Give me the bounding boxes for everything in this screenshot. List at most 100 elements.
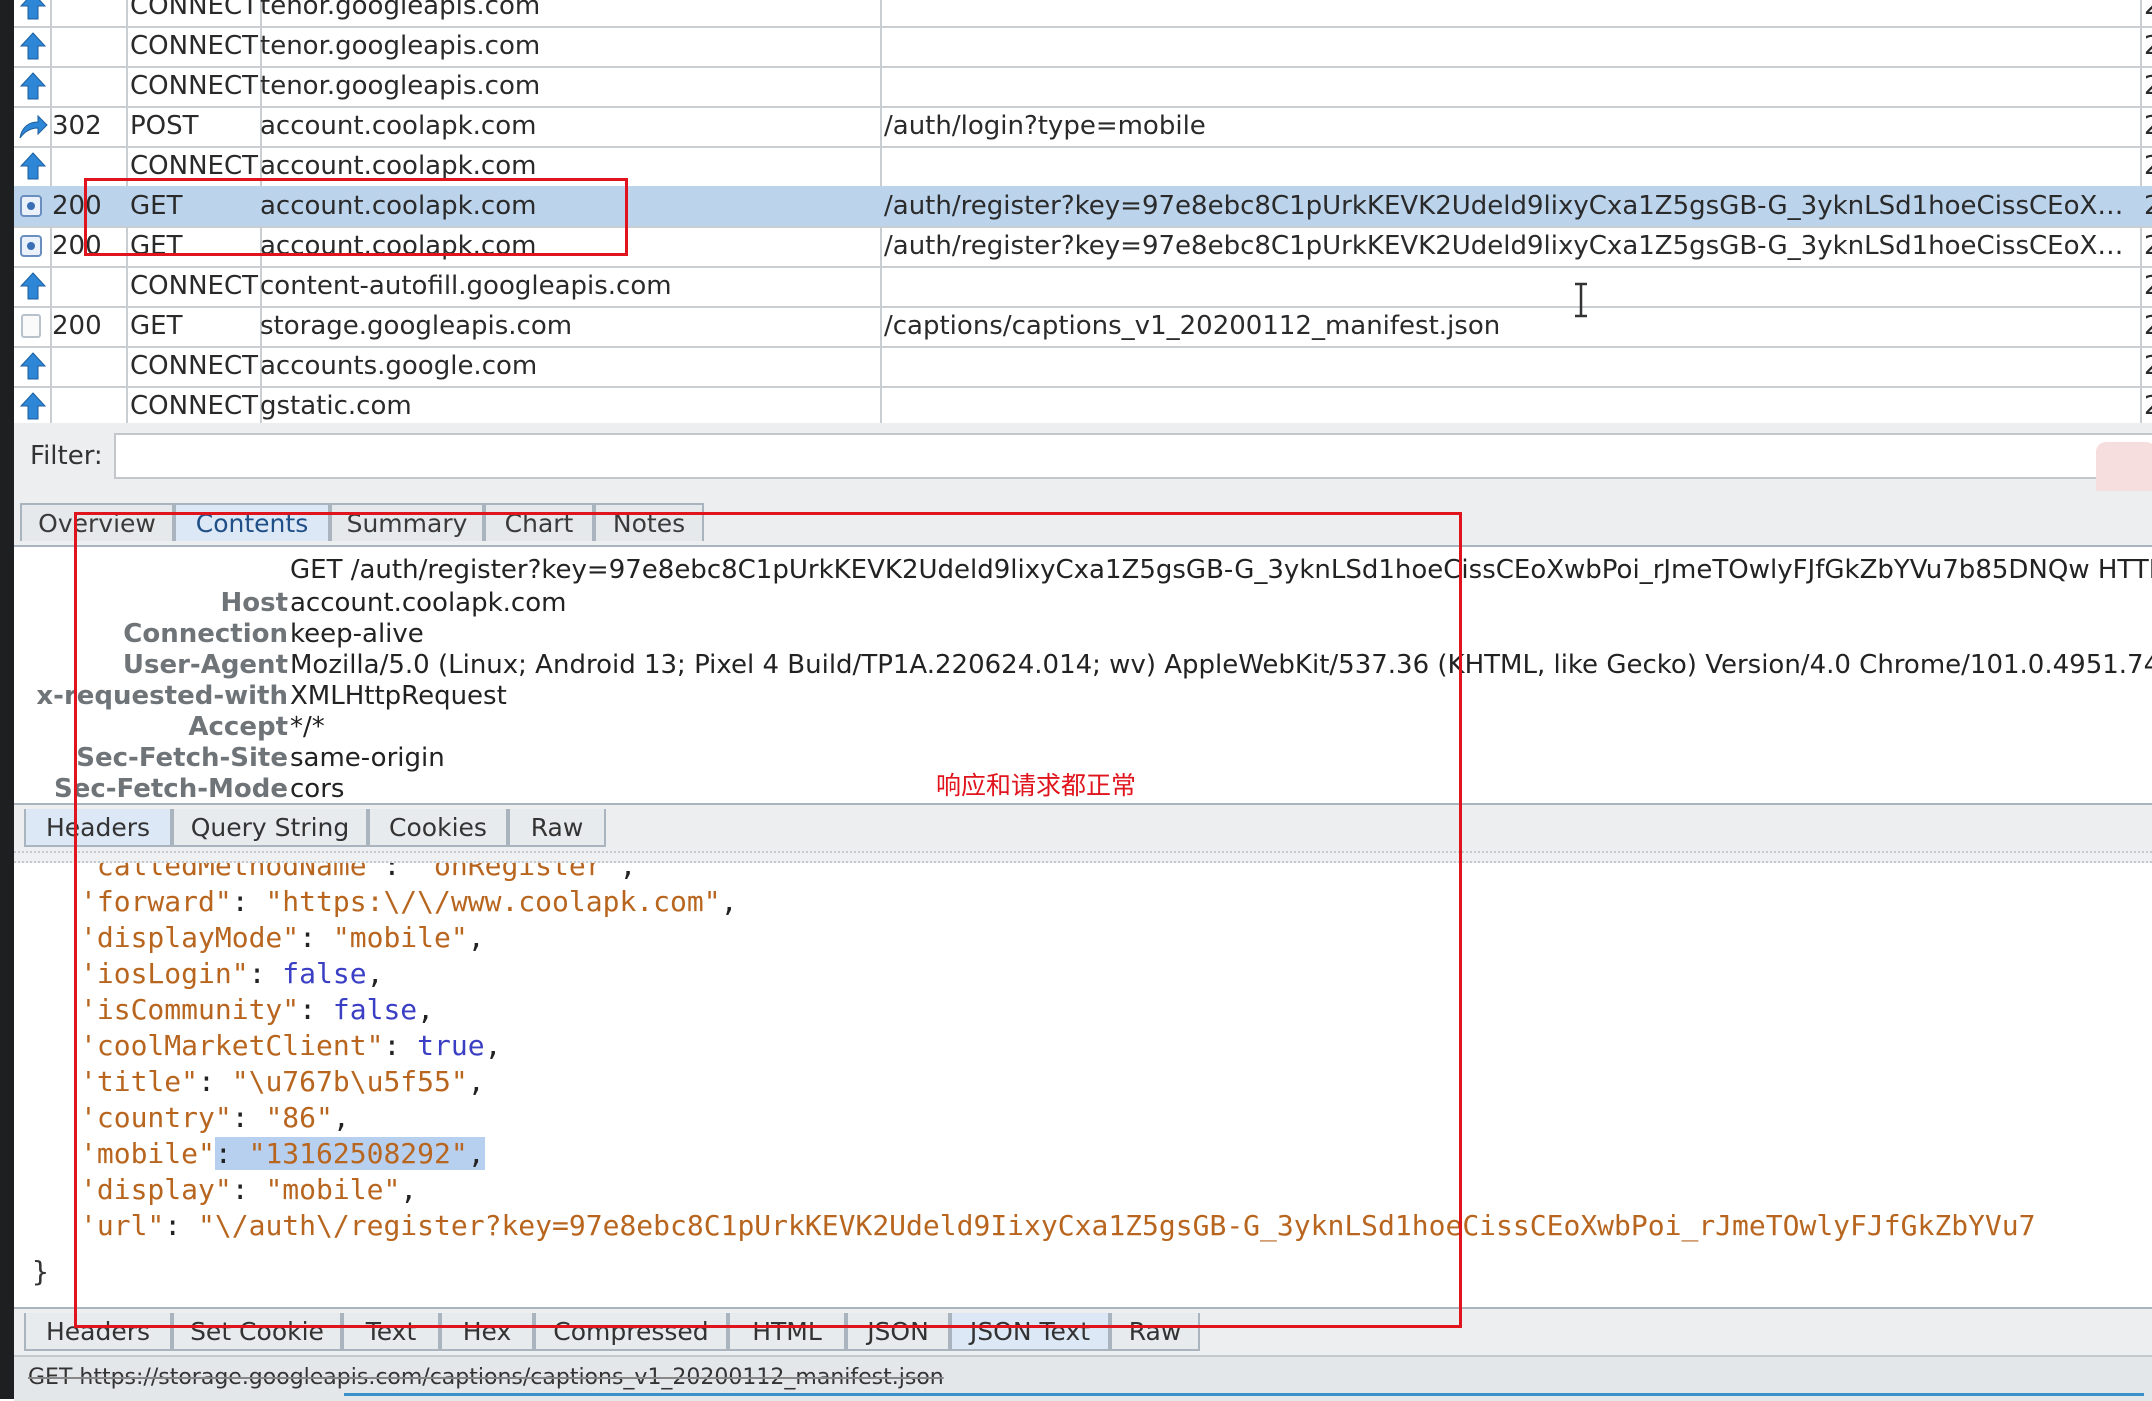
- column-overflow-cell: 2: [2144, 186, 2152, 226]
- tab-summary[interactable]: Summary: [330, 503, 484, 541]
- status-code-cell: 302: [52, 106, 132, 146]
- session-row[interactable]: CONNECTaccounts.google.com2: [14, 346, 2152, 388]
- request-line: GET /auth/register?key=97e8ebc8C1pUrkKEV…: [290, 555, 2152, 585]
- json-value: "mobile": [265, 1173, 400, 1206]
- json-key: 'title": [80, 1065, 198, 1098]
- json-comma: ,: [468, 1137, 485, 1170]
- session-row[interactable]: CONNECTcontent-autofill.googleapis.com2: [14, 266, 2152, 308]
- request-headers-pane[interactable]: GET /auth/register?key=97e8ebc8C1pUrkKEV…: [14, 547, 2152, 803]
- tab-set-cookie[interactable]: Set Cookie: [172, 1313, 342, 1351]
- header-name: x-requested-with: [36, 681, 288, 711]
- json-value: false: [333, 993, 417, 1026]
- url-cell: [884, 0, 2134, 26]
- header-row: x-requested-withXMLHttpRequest: [14, 681, 2152, 713]
- header-value: same-origin: [290, 743, 445, 773]
- host-cell: account.coolapk.com: [260, 186, 880, 226]
- json-comma: ,: [468, 921, 485, 954]
- tab-json-text[interactable]: JSON Text: [950, 1313, 1110, 1351]
- status-code-cell: [52, 346, 132, 386]
- json-line: 'country": "86",: [80, 1101, 350, 1134]
- tab-compressed[interactable]: Compressed: [534, 1313, 728, 1351]
- url-cell: [884, 386, 2134, 426]
- session-row[interactable]: CONNECTaccount.coolapk.com2: [14, 146, 2152, 188]
- column-overflow-cell: 2: [2144, 66, 2152, 106]
- header-row: Accept*/*: [14, 712, 2152, 744]
- filter-input[interactable]: [114, 433, 2152, 479]
- method-cell: GET: [130, 186, 264, 226]
- json-line: 'iosLogin": false,: [80, 957, 383, 990]
- session-row[interactable]: CONNECTtenor.googleapis.com2: [14, 0, 2152, 28]
- status-bar: GET https://storage.googleapis.com/capti…: [14, 1355, 2152, 1401]
- column-overflow-cell: 2: [2144, 386, 2152, 426]
- splitter[interactable]: [14, 851, 2152, 863]
- tab-resp-raw[interactable]: Raw: [1110, 1313, 1200, 1351]
- host-cell: tenor.googleapis.com: [260, 26, 880, 66]
- tab-headers[interactable]: Headers: [24, 809, 172, 847]
- upload-arrow-icon: [14, 146, 48, 186]
- json-separator: :: [383, 1029, 417, 1062]
- url-cell: [884, 266, 2134, 306]
- session-row[interactable]: 302POSTaccount.coolapk.com/auth/login?ty…: [14, 106, 2152, 148]
- header-row: Hostaccount.coolapk.com: [14, 588, 2152, 620]
- header-name: Host: [220, 588, 288, 618]
- json-separator: :: [232, 1173, 266, 1206]
- method-cell: CONNECT: [130, 0, 264, 26]
- progress-line: [344, 1393, 2144, 1396]
- header-name: User-Agent: [123, 650, 288, 680]
- response-json-text[interactable]: "calledMethodName": "onRegister", 'forwar…: [14, 863, 2152, 1307]
- column-overflow-cell: 2: [2144, 306, 2152, 346]
- session-row[interactable]: CONNECTtenor.googleapis.com2: [14, 26, 2152, 68]
- json-comma: ,: [417, 993, 434, 1026]
- json-line: "calledMethodName": "onRegister",: [80, 863, 636, 882]
- tab-notes[interactable]: Notes: [594, 503, 704, 541]
- header-value: */*: [290, 712, 325, 742]
- json-line: 'displayMode": "mobile",: [80, 921, 485, 954]
- filter-bar: Filter:: [14, 423, 2152, 493]
- sessions-table[interactable]: CONNECTtenor.googleapis.com2CONNECTtenor…: [14, 0, 2152, 423]
- column-overflow-cell: 2: [2144, 106, 2152, 146]
- method-cell: GET: [130, 226, 264, 266]
- tab-contents[interactable]: Contents: [174, 503, 330, 541]
- session-row[interactable]: 200GETstorage.googleapis.com/captions/ca…: [14, 306, 2152, 348]
- json-key: 'isCommunity": [80, 993, 299, 1026]
- method-cell: CONNECT: [130, 346, 264, 386]
- tab-query-string[interactable]: Query String: [172, 809, 368, 847]
- session-row[interactable]: 200GETaccount.coolapk.com/auth/register?…: [14, 226, 2152, 268]
- upload-arrow-icon: [14, 266, 48, 306]
- header-row: Connectionkeep-alive: [14, 619, 2152, 651]
- tab-raw[interactable]: Raw: [508, 809, 606, 847]
- text-cursor-icon: [1572, 282, 1590, 318]
- json-key: 'iosLogin": [80, 957, 249, 990]
- json-separator: :: [299, 921, 333, 954]
- status-code-cell: 200: [52, 306, 132, 346]
- json-separator: :: [383, 863, 417, 882]
- tab-hex[interactable]: Hex: [440, 1313, 534, 1351]
- tab-json[interactable]: JSON: [846, 1313, 950, 1351]
- json-value: "\/auth\/register?key=97e8ebc8C1pUrkKEVK…: [198, 1209, 2035, 1242]
- json-value: "\u767b\u5f55": [232, 1065, 468, 1098]
- json-separator: :: [249, 957, 283, 990]
- session-row[interactable]: CONNECTgstatic.com2: [14, 386, 2152, 428]
- method-cell: CONNECT: [130, 26, 264, 66]
- tab-overview[interactable]: Overview: [20, 503, 174, 541]
- session-row[interactable]: 200GETaccount.coolapk.com/auth/register?…: [14, 186, 2152, 228]
- tab-html[interactable]: HTML: [728, 1313, 846, 1351]
- column-overflow-cell: 2: [2144, 0, 2152, 26]
- tab-text[interactable]: Text: [342, 1313, 440, 1351]
- json-separator: :: [198, 1065, 232, 1098]
- session-row[interactable]: CONNECTtenor.googleapis.com2: [14, 66, 2152, 108]
- window-edge: [0, 0, 14, 1399]
- method-cell: GET: [130, 306, 264, 346]
- url-cell: /auth/register?key=97e8ebc8C1pUrkKEVK2Ud…: [884, 226, 2134, 266]
- tab-resp-headers[interactable]: Headers: [24, 1313, 172, 1351]
- tab-chart[interactable]: Chart: [484, 503, 594, 541]
- status-text: GET https://storage.googleapis.com/capti…: [28, 1365, 944, 1390]
- status-code-cell: [52, 0, 132, 26]
- redirect-arrow-icon: [14, 106, 48, 146]
- column-overflow-cell: 2: [2144, 226, 2152, 266]
- json-key: 'forward": [80, 885, 232, 918]
- host-cell: account.coolapk.com: [260, 106, 880, 146]
- host-cell: account.coolapk.com: [260, 226, 880, 266]
- json-separator: :: [164, 1209, 198, 1242]
- tab-cookies[interactable]: Cookies: [368, 809, 508, 847]
